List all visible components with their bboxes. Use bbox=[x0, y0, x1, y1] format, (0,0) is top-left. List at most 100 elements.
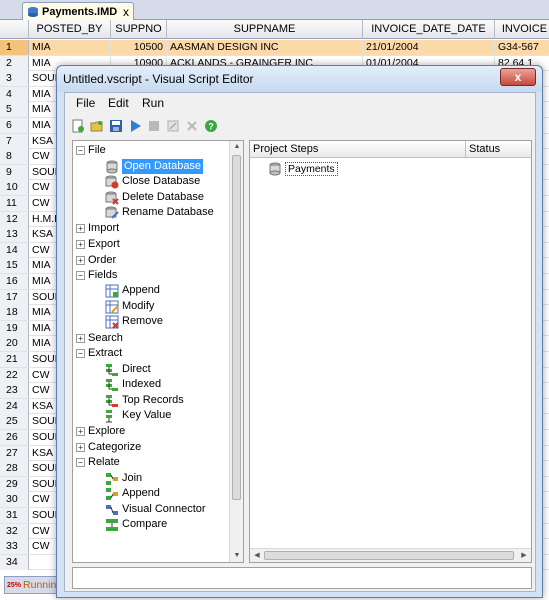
tree-node-categorize[interactable]: + Categorize bbox=[76, 440, 141, 455]
project-steps-column-header[interactable]: Project Steps bbox=[253, 143, 318, 155]
row-number[interactable]: 9 bbox=[0, 164, 29, 180]
row-number[interactable]: 15 bbox=[0, 258, 29, 274]
tree-item-indexed[interactable]: Indexed bbox=[105, 377, 161, 392]
stop-icon[interactable] bbox=[147, 119, 161, 133]
row-number[interactable]: 20 bbox=[0, 336, 29, 352]
open-folder-icon[interactable] bbox=[90, 119, 104, 133]
tree-item-open-database[interactable]: Open Database bbox=[105, 159, 204, 174]
save-icon[interactable] bbox=[109, 119, 123, 133]
tree-item-key-value[interactable]: Key Value bbox=[105, 408, 171, 423]
table-row[interactable]: 1 MIA 10500 AASMAN DESIGN INC 21/01/2004 G34-… bbox=[0, 40, 549, 56]
row-number[interactable]: 22 bbox=[0, 367, 29, 383]
tree-item-visual-connector[interactable]: Visual Connector bbox=[105, 502, 206, 517]
scroll-up-arrow-icon[interactable]: ▲ bbox=[230, 141, 243, 153]
row-number[interactable]: 7 bbox=[0, 133, 29, 149]
expand-icon[interactable]: + bbox=[76, 224, 85, 233]
scroll-thumb[interactable] bbox=[264, 551, 514, 560]
row-number[interactable]: 6 bbox=[0, 118, 29, 133]
table-cell-suppname[interactable]: AASMAN DESIGN INC bbox=[167, 40, 363, 55]
payments-document-tab[interactable]: Payments.IMD x bbox=[22, 2, 134, 20]
row-number[interactable]: 31 bbox=[0, 508, 29, 523]
tree-node-fields[interactable]: − Fields bbox=[76, 268, 117, 283]
scroll-right-arrow-icon[interactable]: ▶ bbox=[517, 550, 531, 562]
column-header-invoice-date[interactable]: INVOICE_DATE_DATE bbox=[363, 20, 495, 39]
status-column-header[interactable]: Status bbox=[469, 143, 500, 155]
row-number[interactable]: 27 bbox=[0, 445, 29, 461]
collapse-icon[interactable]: − bbox=[76, 271, 85, 280]
row-number[interactable]: 19 bbox=[0, 320, 29, 336]
row-number[interactable]: 10 bbox=[0, 180, 29, 196]
row-number[interactable]: 13 bbox=[0, 227, 29, 243]
table-cell-posted-by[interactable]: MIA bbox=[29, 40, 111, 55]
expand-icon[interactable]: + bbox=[76, 427, 85, 436]
tree-node-import[interactable]: + Import bbox=[76, 221, 119, 236]
row-number[interactable]: 28 bbox=[0, 461, 29, 477]
tree-item-modify-field[interactable]: Modify bbox=[105, 299, 154, 314]
tree-item-append-field[interactable]: Append bbox=[105, 283, 160, 298]
row-number[interactable]: 16 bbox=[0, 274, 29, 289]
column-header-posted-by[interactable]: POSTED_BY bbox=[29, 20, 111, 39]
tree-node-file[interactable]: − File bbox=[76, 143, 106, 158]
table-cell-date[interactable]: 21/01/2004 bbox=[363, 40, 495, 55]
tree-item-close-database[interactable]: Close Database bbox=[105, 174, 200, 189]
collapse-icon[interactable]: − bbox=[76, 349, 85, 358]
row-number[interactable]: 29 bbox=[0, 476, 29, 492]
row-number[interactable]: 14 bbox=[0, 242, 29, 258]
row-number[interactable]: 23 bbox=[0, 383, 29, 399]
table-cell-invoice[interactable]: G34-567 bbox=[495, 40, 549, 55]
edit-icon[interactable] bbox=[166, 119, 180, 133]
title-bar[interactable]: Untitled.vscript - Visual Script Editor … bbox=[57, 66, 542, 92]
expand-icon[interactable]: + bbox=[76, 443, 85, 452]
delete-icon[interactable] bbox=[185, 119, 199, 133]
help-icon[interactable]: ? bbox=[204, 119, 218, 133]
row-number[interactable]: 11 bbox=[0, 196, 29, 211]
tree-item-top-records[interactable]: Top Records bbox=[105, 393, 184, 408]
steps-horizontal-scrollbar[interactable]: ◀ ▶ bbox=[250, 548, 531, 562]
tree-item-compare[interactable]: Compare bbox=[105, 517, 167, 532]
column-header-suppname[interactable]: SUPPNAME bbox=[167, 20, 363, 39]
new-script-icon[interactable] bbox=[71, 119, 85, 133]
scroll-thumb[interactable] bbox=[232, 155, 241, 500]
scroll-left-arrow-icon[interactable]: ◀ bbox=[250, 550, 264, 562]
project-step-item[interactable]: Payments bbox=[268, 162, 338, 176]
tree-item-rename-database[interactable]: Rename Database bbox=[105, 205, 214, 220]
expand-icon[interactable]: + bbox=[76, 240, 85, 249]
tree-node-relate[interactable]: − Relate bbox=[76, 455, 120, 470]
expand-icon[interactable]: + bbox=[76, 256, 85, 265]
row-number[interactable]: 18 bbox=[0, 305, 29, 321]
tree-node-search[interactable]: + Search bbox=[76, 331, 123, 346]
table-cell-suppno[interactable]: 10500 bbox=[111, 40, 167, 55]
running-tab[interactable]: 25% Runnin bbox=[4, 576, 59, 594]
column-header-suppno[interactable]: SUPPNO bbox=[111, 20, 167, 39]
collapse-icon[interactable]: − bbox=[76, 146, 85, 155]
row-number[interactable]: 30 bbox=[0, 492, 29, 508]
row-number[interactable]: 2 bbox=[0, 55, 29, 71]
close-tab-icon[interactable]: x bbox=[123, 5, 129, 19]
row-number[interactable]: 25 bbox=[0, 414, 29, 430]
run-icon[interactable] bbox=[128, 119, 142, 133]
menu-run[interactable]: Run bbox=[142, 96, 164, 110]
column-header-invoice[interactable]: INVOICE bbox=[495, 20, 549, 39]
tree-item-delete-database[interactable]: Delete Database bbox=[105, 190, 204, 205]
tree-node-order[interactable]: + Order bbox=[76, 253, 116, 268]
row-number[interactable]: 24 bbox=[0, 398, 29, 414]
scroll-down-arrow-icon[interactable]: ▼ bbox=[230, 550, 243, 562]
row-number[interactable]: 1 bbox=[0, 40, 29, 55]
menu-edit[interactable]: Edit bbox=[108, 96, 129, 110]
row-number[interactable]: 21 bbox=[0, 352, 29, 367]
tree-node-extract[interactable]: − Extract bbox=[76, 346, 122, 361]
row-number[interactable]: 5 bbox=[0, 102, 29, 118]
collapse-icon[interactable]: − bbox=[76, 458, 85, 467]
tree-node-explore[interactable]: + Explore bbox=[76, 424, 125, 439]
tree-vertical-scrollbar[interactable]: ▲ ▼ bbox=[229, 141, 243, 562]
row-number[interactable]: 12 bbox=[0, 211, 29, 227]
expand-icon[interactable]: + bbox=[76, 334, 85, 343]
tree-item-direct[interactable]: Direct bbox=[105, 362, 151, 377]
row-number[interactable]: 4 bbox=[0, 86, 29, 102]
row-number[interactable]: 33 bbox=[0, 539, 29, 555]
tree-node-export[interactable]: + Export bbox=[76, 237, 120, 252]
row-number[interactable]: 32 bbox=[0, 523, 29, 539]
row-number[interactable]: 17 bbox=[0, 289, 29, 305]
menu-file[interactable]: File bbox=[76, 96, 95, 110]
tree-item-append-relate[interactable]: Append bbox=[105, 486, 160, 501]
